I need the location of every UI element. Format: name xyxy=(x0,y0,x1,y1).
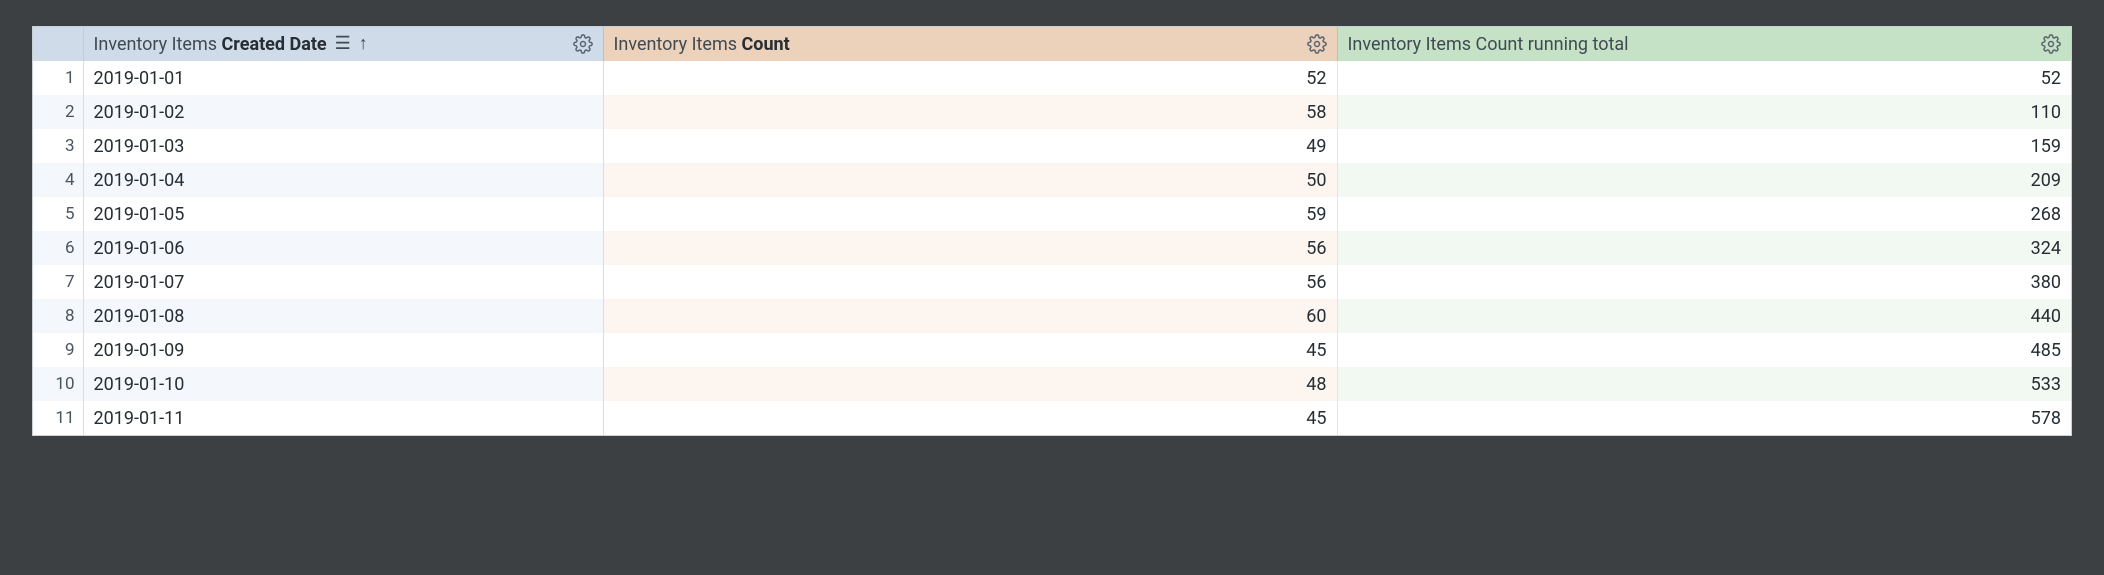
cell-count[interactable]: 52 xyxy=(603,61,1337,95)
cell-running-total[interactable]: 268 xyxy=(1337,197,2071,231)
cell-count[interactable]: 56 xyxy=(603,231,1337,265)
cell-count[interactable]: 56 xyxy=(603,265,1337,299)
col2-prefix: Inventory Items xyxy=(614,34,742,55)
row-number: 11 xyxy=(33,401,83,435)
cell-count[interactable]: 45 xyxy=(603,401,1337,435)
cell-running-total[interactable]: 324 xyxy=(1337,231,2071,265)
row-number: 7 xyxy=(33,265,83,299)
table-row: 52019-01-0559268 xyxy=(33,197,2071,231)
table-row: 12019-01-015252 xyxy=(33,61,2071,95)
table-row: 112019-01-1145578 xyxy=(33,401,2071,435)
row-number: 3 xyxy=(33,129,83,163)
cell-running-total[interactable]: 110 xyxy=(1337,95,2071,129)
gear-icon[interactable] xyxy=(1307,34,1327,54)
cell-count[interactable]: 50 xyxy=(603,163,1337,197)
cell-running-total[interactable]: 533 xyxy=(1337,367,2071,401)
cell-count[interactable]: 48 xyxy=(603,367,1337,401)
cell-created-date[interactable]: 2019-01-01 xyxy=(83,61,603,95)
cell-created-date[interactable]: 2019-01-04 xyxy=(83,163,603,197)
cell-count[interactable]: 60 xyxy=(603,299,1337,333)
cell-running-total[interactable]: 159 xyxy=(1337,129,2071,163)
cell-created-date[interactable]: 2019-01-09 xyxy=(83,333,603,367)
cell-created-date[interactable]: 2019-01-02 xyxy=(83,95,603,129)
cell-running-total[interactable]: 440 xyxy=(1337,299,2071,333)
rownum-header xyxy=(33,27,83,61)
cell-running-total[interactable]: 578 xyxy=(1337,401,2071,435)
cell-running-total[interactable]: 52 xyxy=(1337,61,2071,95)
row-number: 2 xyxy=(33,95,83,129)
table-row: 32019-01-0349159 xyxy=(33,129,2071,163)
gear-icon[interactable] xyxy=(573,34,593,54)
cell-running-total[interactable]: 485 xyxy=(1337,333,2071,367)
row-number: 5 xyxy=(33,197,83,231)
cell-count[interactable]: 58 xyxy=(603,95,1337,129)
cell-created-date[interactable]: 2019-01-11 xyxy=(83,401,603,435)
column-header-running-total[interactable]: Inventory Items Count running total xyxy=(1337,27,2071,61)
col2-bold: Count xyxy=(742,34,790,55)
cell-count[interactable]: 45 xyxy=(603,333,1337,367)
cell-created-date[interactable]: 2019-01-03 xyxy=(83,129,603,163)
column-header-created-date[interactable]: Inventory Items Created Date ☰ ↑ xyxy=(83,27,603,61)
sort-arrow-up-icon: ↑ xyxy=(359,35,368,53)
cell-created-date[interactable]: 2019-01-10 xyxy=(83,367,603,401)
data-table-panel: Inventory Items Created Date ☰ ↑ xyxy=(32,26,2072,436)
cell-running-total[interactable]: 380 xyxy=(1337,265,2071,299)
table-row: 92019-01-0945485 xyxy=(33,333,2071,367)
data-table: Inventory Items Created Date ☰ ↑ xyxy=(33,27,2071,435)
gear-icon[interactable] xyxy=(2041,34,2061,54)
header-row: Inventory Items Created Date ☰ ↑ xyxy=(33,27,2071,61)
cell-count[interactable]: 49 xyxy=(603,129,1337,163)
col3-label: Inventory Items Count running total xyxy=(1348,34,1629,55)
table-row: 42019-01-0450209 xyxy=(33,163,2071,197)
pivot-icon: ☰ xyxy=(335,35,351,53)
cell-running-total[interactable]: 209 xyxy=(1337,163,2071,197)
row-number: 10 xyxy=(33,367,83,401)
row-number: 4 xyxy=(33,163,83,197)
table-row: 82019-01-0860440 xyxy=(33,299,2071,333)
table-row: 62019-01-0656324 xyxy=(33,231,2071,265)
table-row: 22019-01-0258110 xyxy=(33,95,2071,129)
cell-count[interactable]: 59 xyxy=(603,197,1337,231)
col1-bold: Created Date xyxy=(222,34,327,55)
row-number: 6 xyxy=(33,231,83,265)
table-row: 72019-01-0756380 xyxy=(33,265,2071,299)
cell-created-date[interactable]: 2019-01-07 xyxy=(83,265,603,299)
table-row: 102019-01-1048533 xyxy=(33,367,2071,401)
row-number: 8 xyxy=(33,299,83,333)
cell-created-date[interactable]: 2019-01-05 xyxy=(83,197,603,231)
col1-prefix: Inventory Items xyxy=(94,34,222,55)
row-number: 9 xyxy=(33,333,83,367)
cell-created-date[interactable]: 2019-01-08 xyxy=(83,299,603,333)
column-header-count[interactable]: Inventory Items Count xyxy=(603,27,1337,61)
row-number: 1 xyxy=(33,61,83,95)
cell-created-date[interactable]: 2019-01-06 xyxy=(83,231,603,265)
